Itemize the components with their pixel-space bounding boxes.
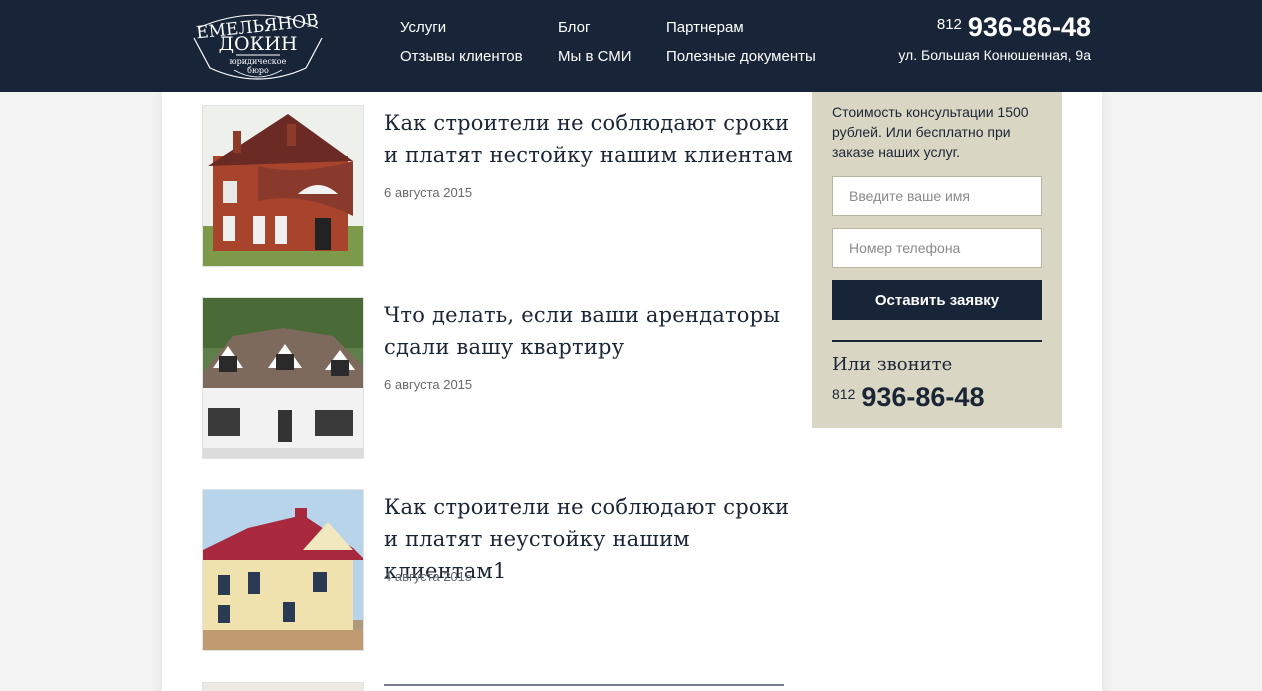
article-item[interactable]: Что делать, если ваши арендаторы сдали в… [202, 297, 782, 459]
nav-documents[interactable]: Полезные документы [666, 48, 816, 65]
header-phone-code: 812 [936, 16, 962, 33]
article-date: 6 августа 2015 [384, 377, 473, 392]
nav-partners[interactable]: Партнерам [666, 19, 744, 36]
header-address: ул. Большая Конюшенная, 9а [898, 47, 1091, 63]
article-date: 6 августа 2015 [384, 185, 473, 200]
header-phone-number: 936-86-48 [967, 12, 1091, 42]
article-title[interactable]: Как строители не соблюдают сроки и платя… [384, 107, 794, 171]
sidebar-phone[interactable]: 812 936-86-48 [832, 382, 984, 413]
article-item[interactable]: Как строители не соблюдают сроки и платя… [202, 489, 789, 651]
call-label: Или звоните [832, 354, 953, 375]
nav-reviews[interactable]: Отзывы клиентов [400, 48, 523, 65]
phone-input[interactable] [832, 228, 1042, 268]
article-item[interactable]: Как строители не соблюдают сроки и платя… [202, 105, 793, 267]
sidebar-divider [832, 340, 1042, 342]
consultation-form: Стоимость консультации 1500 рублей. Или … [812, 92, 1062, 428]
article-title[interactable]: Что делать, если ваши арендаторы сдали в… [384, 299, 794, 363]
nav-services[interactable]: Услуги [400, 19, 446, 36]
nav-blog[interactable]: Блог [558, 19, 590, 36]
logo-line3: юридическое [230, 57, 287, 66]
site-logo[interactable]: ЕМЕЛЬЯНОВ ДОКИН юридическое бюро [190, 8, 326, 84]
article-thumbnail[interactable] [202, 297, 364, 459]
sidebar-phone-code: 812 [832, 386, 856, 402]
article-thumbnail[interactable] [202, 105, 364, 267]
logo-line2: ДОКИН [219, 33, 298, 55]
header-phone[interactable]: 812 936-86-48 [937, 12, 1091, 43]
article-title-partial[interactable] [384, 684, 784, 690]
name-input[interactable] [832, 176, 1042, 216]
submit-request-button[interactable]: Оставить заявку [832, 280, 1042, 320]
site-header: ЕМЕЛЬЯНОВ ДОКИН юридическое бюро Услуги … [0, 0, 1262, 92]
nav-media[interactable]: Мы в СМИ [558, 48, 632, 65]
article-thumbnail[interactable] [202, 489, 364, 651]
logo-line4: бюро [247, 66, 269, 75]
article-thumbnail-partial[interactable] [202, 682, 364, 691]
sidebar-phone-number: 936-86-48 [861, 382, 985, 412]
article-date: 4 августа 2015 [384, 569, 473, 584]
consultation-text: Стоимость консультации 1500 рублей. Или … [832, 104, 1029, 160]
